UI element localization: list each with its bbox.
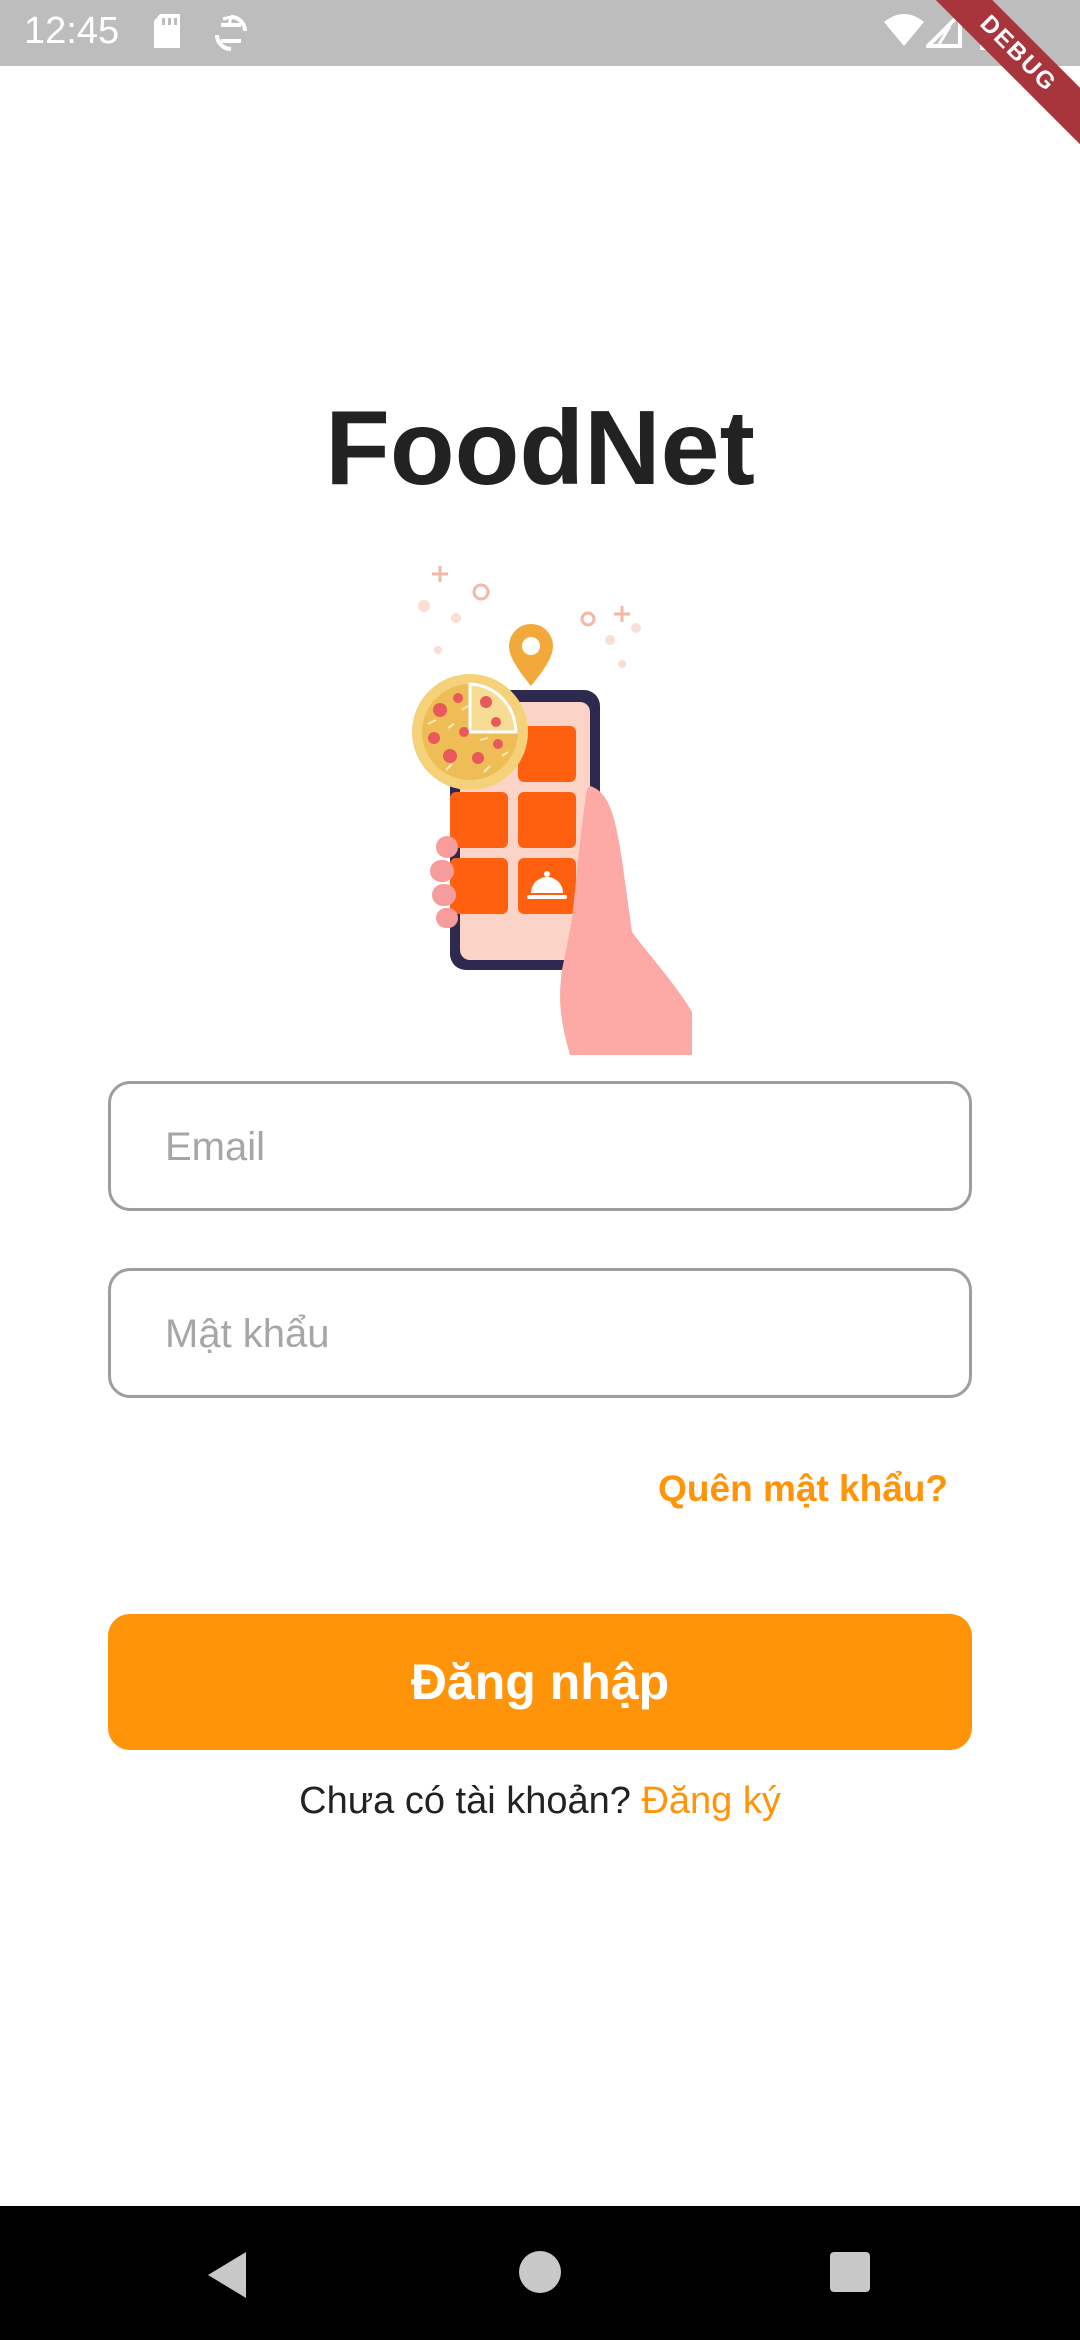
- sync-icon: [214, 14, 248, 57]
- home-icon[interactable]: [480, 2206, 600, 2340]
- signup-prompt: Chưa có tài khoản? Đăng ký: [0, 1780, 1080, 1823]
- login-screen: 12:45 DEBUG FoodNet Email Quên mật khẩu?…: [0, 0, 1080, 2340]
- back-icon[interactable]: [166, 2206, 286, 2340]
- recents-icon[interactable]: [790, 2206, 910, 2340]
- food-delivery-illustration: [400, 560, 700, 1055]
- no-account-text: Chưa có tài khoản?: [299, 1780, 631, 1822]
- password-input[interactable]: [163, 1271, 947, 1397]
- status-bar: 12:45: [0, 0, 1080, 66]
- status-time: 12:45: [24, 10, 120, 52]
- pizza-icon: [412, 674, 528, 790]
- sd-card-icon: [152, 14, 182, 53]
- email-field[interactable]: [108, 1081, 972, 1211]
- email-input[interactable]: [163, 1084, 947, 1210]
- sparkle-decoration: [432, 566, 630, 627]
- password-field[interactable]: [108, 1268, 972, 1398]
- app-title: FoodNet: [325, 389, 755, 507]
- location-pin-icon: [509, 624, 553, 686]
- signup-link[interactable]: Đăng ký: [641, 1780, 780, 1822]
- wifi-icon: [884, 12, 924, 53]
- login-button[interactable]: Đăng nhập: [108, 1614, 972, 1750]
- forgot-password-link[interactable]: Quên mật khẩu?: [658, 1468, 948, 1510]
- navigation-bar: [0, 2206, 1080, 2340]
